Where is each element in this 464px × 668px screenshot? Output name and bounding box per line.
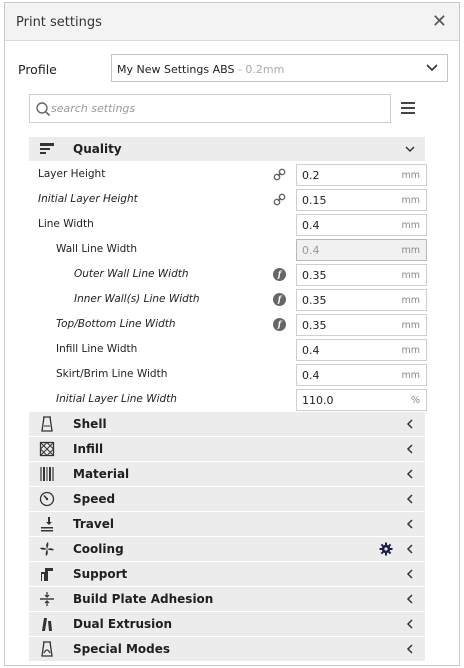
setting-skirt-brim-line-width: Skirt/Brim Line Width 0.4 mm — [29, 362, 427, 387]
settings-visibility-menu-button[interactable] — [401, 102, 415, 114]
quality-icon — [40, 143, 54, 154]
speed-icon — [39, 491, 55, 507]
skirt-brim-line-width-input[interactable]: 0.4 mm — [296, 364, 427, 386]
category-label: Material — [73, 467, 130, 481]
initial-layer-height-input[interactable]: 0.15 mm — [296, 189, 427, 211]
dual-extrusion-icon — [42, 618, 52, 631]
chevron-left-icon — [406, 619, 413, 629]
close-icon[interactable]: ✕ — [432, 11, 447, 32]
window-title: Print settings — [16, 15, 102, 30]
chevron-left-icon — [406, 544, 413, 554]
chevron-left-icon — [406, 569, 413, 579]
category-label: Shell — [73, 417, 107, 431]
category-quality[interactable]: Quality — [29, 137, 425, 161]
category-label: Quality — [73, 142, 122, 156]
travel-icon — [41, 517, 53, 532]
support-icon — [41, 568, 53, 581]
category-label: Infill — [73, 442, 104, 456]
wall-line-width-input: 0.4 mm — [296, 239, 427, 261]
print-settings-panel: Print settings ✕ Profile My New Settings… — [4, 2, 460, 666]
function-icon[interactable]: f — [273, 293, 286, 306]
special-modes-icon — [41, 641, 53, 657]
setting-label: Wall Line Width — [56, 243, 138, 255]
setting-label: Initial Layer Line Width — [56, 393, 177, 405]
layer-height-input[interactable]: 0.2 mm — [296, 164, 427, 186]
top-bottom-line-width-input[interactable]: 0.35 mm — [296, 314, 427, 336]
category-label: Speed — [73, 492, 116, 506]
chevron-left-icon — [406, 519, 413, 529]
profile-label: Profile — [18, 62, 57, 77]
profile-name: My New Settings ABS - 0.2mm — [117, 63, 285, 76]
setting-label: Skirt/Brim Line Width — [56, 368, 168, 380]
build-plate-adhesion-icon — [40, 592, 54, 606]
category-material[interactable]: Material — [29, 462, 425, 486]
setting-label: Top/Bottom Line Width — [56, 318, 176, 330]
setting-initial-layer-height: Initial Layer Height 0.15 mm — [29, 187, 427, 212]
category-speed[interactable]: Speed — [29, 487, 425, 511]
chevron-left-icon — [406, 494, 413, 504]
category-dual-extrusion[interactable]: Dual Extrusion — [29, 612, 425, 636]
setting-inner-wall-line-width: Inner Wall(s) Line Width f 0.35 mm — [29, 287, 427, 312]
chevron-left-icon — [406, 644, 413, 654]
category-build-plate-adhesion[interactable]: Build Plate Adhesion — [29, 587, 425, 611]
category-label: Travel — [73, 517, 114, 531]
link-icon[interactable] — [273, 193, 286, 206]
chevron-down-icon — [426, 64, 438, 72]
category-label: Build Plate Adhesion — [73, 592, 214, 606]
infill-line-width-input[interactable]: 0.4 mm — [296, 339, 427, 361]
link-icon[interactable] — [273, 168, 286, 181]
category-special-modes[interactable]: Special Modes — [29, 637, 425, 661]
chevron-left-icon — [406, 594, 413, 604]
shell-icon — [41, 416, 53, 432]
setting-line-width: Line Width 0.4 mm — [29, 212, 427, 237]
chevron-left-icon — [406, 419, 413, 429]
setting-label: Line Width — [38, 218, 94, 230]
setting-wall-line-width: Wall Line Width 0.4 mm — [29, 237, 427, 262]
category-cooling[interactable]: Cooling — [29, 537, 425, 561]
function-icon[interactable]: f — [273, 268, 286, 281]
chevron-left-icon — [406, 469, 413, 479]
setting-label: Outer Wall Line Width — [74, 268, 189, 280]
search-box[interactable] — [29, 94, 391, 123]
profile-dropdown[interactable]: My New Settings ABS - 0.2mm — [111, 54, 448, 82]
inner-wall-line-width-input[interactable]: 0.35 mm — [296, 289, 427, 311]
setting-initial-layer-line-width: Initial Layer Line Width 110.0 % — [29, 387, 427, 412]
settings-list: Quality Layer Height 0.2 mm Initial Laye… — [29, 137, 427, 662]
category-infill[interactable]: Infill — [29, 437, 425, 461]
infill-icon — [39, 441, 55, 457]
setting-infill-line-width: Infill Line Width 0.4 mm — [29, 337, 427, 362]
setting-label: Inner Wall(s) Line Width — [74, 293, 200, 305]
category-shell[interactable]: Shell — [29, 412, 425, 436]
outer-wall-line-width-input[interactable]: 0.35 mm — [296, 264, 427, 286]
gear-icon[interactable] — [379, 542, 393, 556]
category-label: Special Modes — [73, 642, 171, 656]
setting-outer-wall-line-width: Outer Wall Line Width f 0.35 mm — [29, 262, 427, 287]
category-travel[interactable]: Travel — [29, 512, 425, 536]
setting-top-bottom-line-width: Top/Bottom Line Width f 0.35 mm — [29, 312, 427, 337]
setting-label: Layer Height — [38, 168, 106, 180]
setting-layer-height: Layer Height 0.2 mm — [29, 162, 427, 187]
category-label: Dual Extrusion — [73, 617, 173, 631]
title-bar: Print settings ✕ — [5, 3, 459, 41]
setting-label: Initial Layer Height — [38, 193, 138, 205]
setting-label: Infill Line Width — [56, 343, 138, 355]
line-width-input[interactable]: 0.4 mm — [296, 214, 427, 236]
category-support[interactable]: Support — [29, 562, 425, 586]
profile-layer-suffix: - 0.2mm — [234, 63, 285, 76]
cooling-icon — [40, 542, 54, 556]
search-icon — [36, 102, 51, 117]
category-label: Cooling — [73, 542, 124, 556]
search-input[interactable] — [51, 99, 381, 118]
chevron-left-icon — [406, 444, 413, 454]
material-icon — [40, 467, 54, 481]
category-label: Support — [73, 567, 128, 581]
chevron-down-icon — [405, 146, 415, 153]
initial-layer-line-width-input[interactable]: 110.0 % — [296, 389, 427, 411]
function-icon[interactable]: f — [273, 318, 286, 331]
